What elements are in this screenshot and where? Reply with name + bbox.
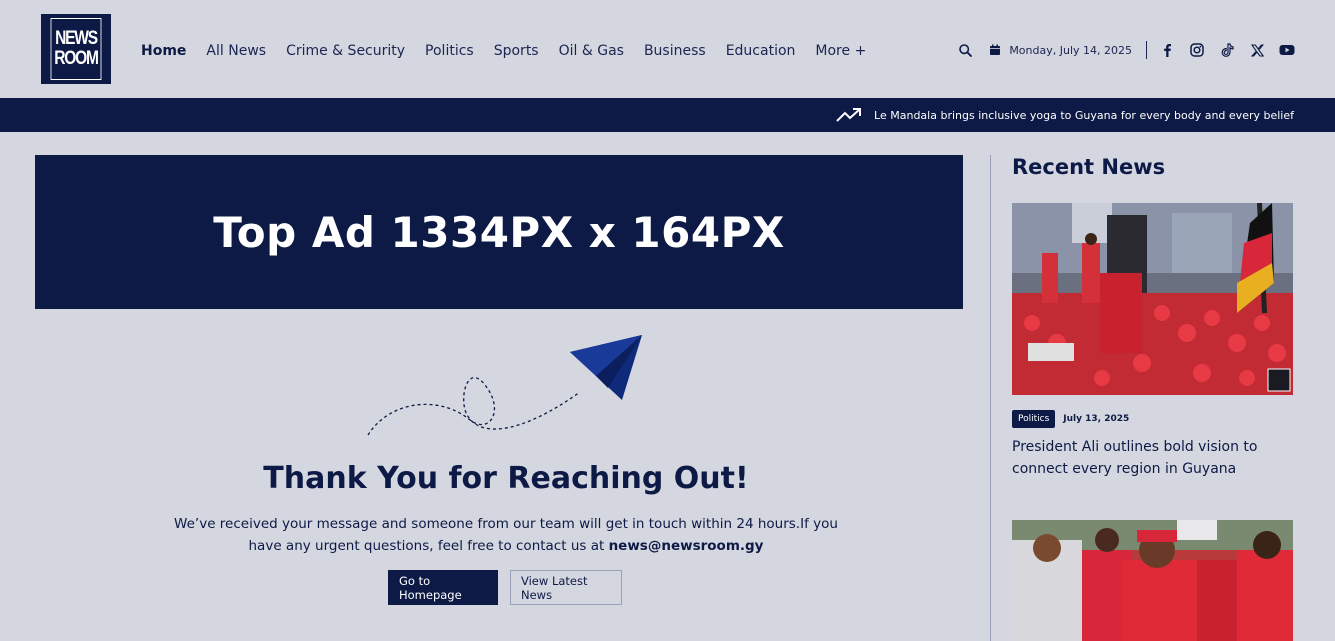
recent-news-heading: Recent News — [1012, 155, 1166, 179]
trending-up-icon — [836, 107, 862, 123]
ticker-headline[interactable]: Le Mandala brings inclusive yoga to Guya… — [874, 109, 1294, 122]
facebook-icon[interactable] — [1159, 42, 1175, 58]
search-icon[interactable] — [957, 42, 973, 58]
x-twitter-icon[interactable] — [1249, 42, 1265, 58]
breaking-news-ticker: Le Mandala brings inclusive yoga to Guya… — [0, 98, 1335, 132]
header-tools: Monday, July 14, 2025 — [957, 40, 1295, 60]
nav-crime-security[interactable]: Crime & Security — [286, 42, 405, 60]
youtube-icon[interactable] — [1279, 42, 1295, 58]
thanks-message: We’ve received your message and someone … — [170, 513, 842, 557]
newsroom-logo[interactable]: NEWS ROOM — [41, 14, 111, 84]
header-divider — [1146, 41, 1147, 59]
nav-sports[interactable]: Sports — [494, 42, 539, 60]
nav-home[interactable]: Home — [141, 42, 186, 60]
go-to-homepage-button[interactable]: Go to Homepage — [388, 570, 498, 605]
nav-more[interactable]: More + — [815, 42, 866, 60]
nav-politics[interactable]: Politics — [425, 42, 474, 60]
thanks-heading: Thank You for Reaching Out! — [263, 461, 749, 496]
top-ad-banner[interactable]: Top Ad 1334PX x 164PX — [35, 155, 963, 309]
news-image-crowd[interactable] — [1012, 520, 1293, 641]
sidebar-divider — [990, 155, 991, 641]
logo-text-top: NEWS — [55, 28, 98, 49]
main-nav: Home All News Crime & Security Politics … — [141, 42, 886, 60]
news-image-rally[interactable] — [1012, 203, 1293, 395]
nav-all-news[interactable]: All News — [206, 42, 266, 60]
nav-education[interactable]: Education — [726, 42, 796, 60]
logo-text-bottom: ROOM — [54, 48, 99, 69]
tiktok-icon[interactable] — [1219, 42, 1235, 58]
calendar-icon — [987, 42, 1003, 58]
instagram-icon[interactable] — [1189, 42, 1205, 58]
thanks-actions: Go to Homepage View Latest News — [388, 570, 622, 605]
news-meta: Politics July 13, 2025 — [1012, 410, 1129, 428]
paper-plane-illustration — [367, 335, 642, 436]
ad-placeholder-text: Top Ad 1334PX x 164PX — [213, 207, 785, 257]
news-headline[interactable]: President Ali outlines bold vision to co… — [1012, 436, 1282, 480]
site-header: NEWS ROOM Home All News Crime & Security… — [0, 0, 1335, 98]
current-date: Monday, July 14, 2025 — [987, 42, 1132, 58]
social-links — [1159, 42, 1295, 58]
nav-oil-gas[interactable]: Oil & Gas — [559, 42, 624, 60]
view-latest-news-button[interactable]: View Latest News — [510, 570, 622, 605]
date-text: Monday, July 14, 2025 — [1009, 43, 1132, 57]
news-date: July 13, 2025 — [1063, 414, 1130, 424]
nav-business[interactable]: Business — [644, 42, 706, 60]
category-badge[interactable]: Politics — [1012, 410, 1056, 428]
contact-email[interactable]: news@newsroom.gy — [609, 538, 764, 554]
